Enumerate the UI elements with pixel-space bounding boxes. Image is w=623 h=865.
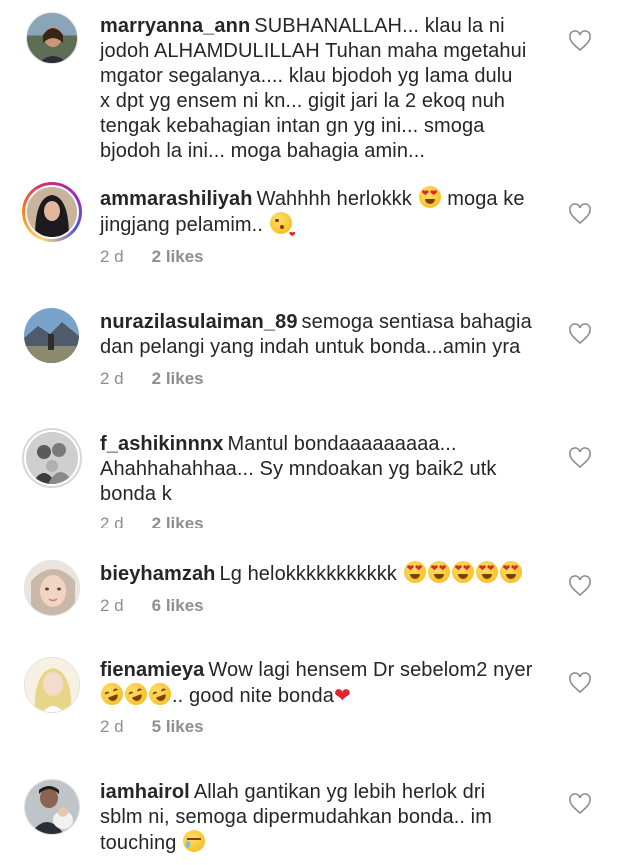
comment-meta: 2 d 2 likes [100, 514, 204, 528]
comment-text: fienamieya Wow lagi hensem Dr sebelom2 ny… [97, 658, 550, 709]
comment-age: 2 d [100, 514, 124, 528]
laughing-emoji [97, 679, 127, 709]
avatar-photo [25, 561, 79, 615]
comment-item: iamhairol Allah gantikan yg lebih herlok … [0, 767, 623, 865]
likes-count[interactable]: 6 likes [152, 596, 204, 615]
likes-count[interactable]: 2 likes [152, 369, 204, 388]
comment-item: marryanna_ann SUBHANALLAH... klau la ni j… [0, 0, 623, 170]
like-heart-icon[interactable] [568, 323, 592, 345]
laughing-emoji [145, 679, 175, 709]
comment-text: ammarashiliyahWahhhh herlokkk moga ke ji… [100, 186, 550, 247]
comment-item: ammarashiliyahWahhhh herlokkk moga ke ji… [0, 170, 623, 280]
like-heart-icon[interactable] [568, 203, 592, 225]
comment-text: bieyhamzah Lg helokkkkkkkkkkk [100, 561, 550, 587]
avatar[interactable] [24, 779, 80, 835]
comment-username[interactable]: fienamieya [100, 659, 204, 681]
red-heart-emoji: ❤ [333, 685, 351, 707]
avatar-photo [27, 187, 77, 237]
comment-username[interactable]: f_ashikinnnx [100, 433, 223, 455]
heart-eyes-emoji [451, 561, 474, 583]
avatar[interactable] [22, 182, 82, 242]
like-heart-icon[interactable] [568, 575, 592, 597]
comment-item: nurazilasulaiman_89 semoga sentiasa bahag… [0, 295, 623, 405]
comment-text: f_ashikinnnx Mantul bondaaaaaaaaa... Ahah… [100, 433, 497, 505]
avatar[interactable] [24, 560, 80, 616]
comment-meta: 2 d 6 likes [100, 596, 204, 616]
heart-eyes-emoji [499, 561, 522, 583]
kissing-face-emoji [269, 212, 296, 247]
likes-count[interactable]: 2 likes [152, 514, 204, 528]
comment-item: bieyhamzahLg helokkkkkkkkkkk 2 d 6 likes [0, 548, 623, 638]
comment-item: fienamieya Wow lagi hensem Dr sebelom2 ny… [0, 645, 623, 755]
comment-username[interactable]: nurazilasulaiman_89 [100, 311, 298, 333]
avatar-photo [26, 432, 78, 484]
comment-item: f_ashikinnnx Mantul bondaaaaaaaaa... Ahah… [0, 418, 623, 528]
avatar-photo [25, 658, 79, 712]
comment-age: 2 d [100, 596, 124, 615]
heart-eyes-emoji [418, 186, 441, 208]
comment-text: marryanna_ann SUBHANALLAH... klau la ni j… [100, 15, 527, 162]
comment-meta: 2 d 2 likes [100, 369, 204, 389]
heart-eyes-emoji [427, 561, 450, 583]
comment-meta: 2 d 2 likes [100, 247, 204, 267]
comment-text: nurazilasulaiman_89 semoga sentiasa bahag… [100, 311, 532, 358]
like-heart-icon[interactable] [568, 672, 592, 694]
like-heart-icon[interactable] [568, 447, 592, 469]
avatar[interactable] [24, 308, 79, 363]
heart-eyes-emoji [475, 561, 498, 583]
avatar-photo [39, 27, 67, 63]
likes-count[interactable]: 5 likes [152, 717, 204, 736]
comment-age: 2 d [100, 369, 124, 388]
comment-username[interactable]: iamhairol [100, 781, 190, 803]
comment-username[interactable]: ammarashiliyah [100, 188, 253, 210]
comment-age: 2 d [100, 247, 124, 266]
heart-eyes-emoji-row [403, 561, 523, 585]
like-heart-icon[interactable] [568, 30, 592, 52]
likes-count[interactable]: 2 likes [152, 247, 204, 266]
comment-meta: 2 d 5 likes [100, 717, 204, 737]
heart-eyes-emoji [403, 561, 426, 583]
avatar[interactable] [22, 428, 82, 488]
avatar[interactable] [26, 12, 78, 64]
touched-face-emoji [183, 830, 206, 852]
comment-text: iamhairol Allah gantikan yg lebih herlok … [100, 781, 492, 854]
avatar-photo [24, 308, 79, 363]
comment-username[interactable]: marryanna_ann [100, 15, 250, 37]
comment-username[interactable]: bieyhamzah [100, 563, 215, 585]
comment-age: 2 d [100, 717, 124, 736]
avatar-photo [25, 780, 79, 834]
avatar[interactable] [24, 657, 80, 713]
laughing-emoji [121, 679, 151, 709]
like-heart-icon[interactable] [568, 793, 592, 815]
